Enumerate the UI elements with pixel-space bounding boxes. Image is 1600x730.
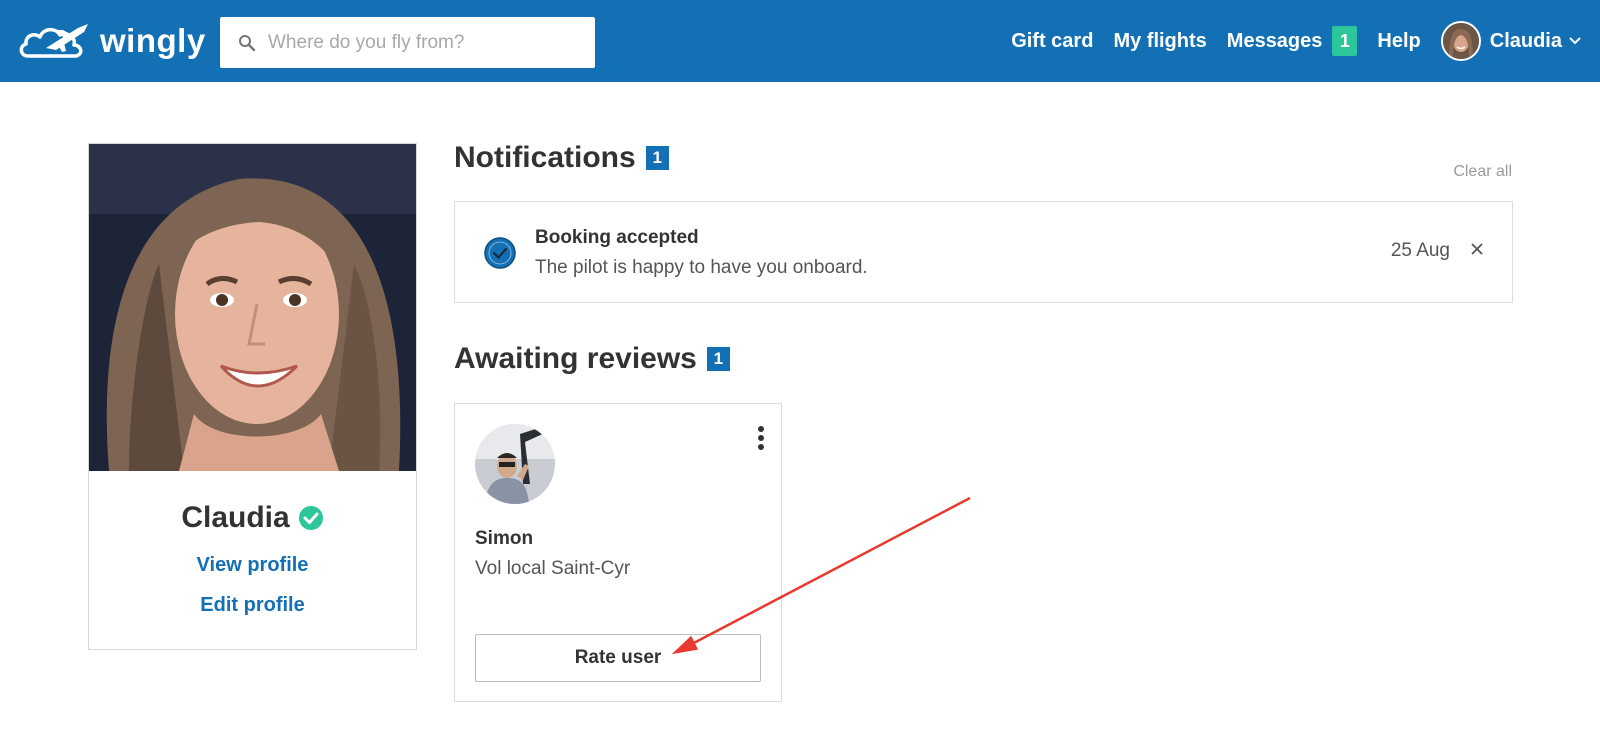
view-profile-link[interactable]: View profile: [89, 554, 416, 577]
notification-item: Booking accepted The pilot is happy to h…: [454, 201, 1513, 303]
search-box[interactable]: [220, 17, 595, 68]
search-icon: [239, 34, 256, 51]
notifications-count-badge: 1: [645, 146, 669, 170]
review-card: Simon Vol local Saint-Cyr Rate user: [454, 403, 782, 702]
messages-count-badge: 1: [1332, 26, 1358, 56]
reviews-count-badge: 1: [706, 347, 730, 371]
profile-name-row: Claudia: [89, 501, 416, 535]
wingly-logo[interactable]: wingly: [18, 18, 206, 64]
notification-title: Booking accepted: [535, 227, 699, 248]
check-circle-icon: [484, 237, 516, 269]
verified-check-icon: [298, 506, 323, 530]
pilot-avatar: [475, 424, 555, 504]
notifications-heading: Notifications 1: [454, 141, 669, 175]
gift-card-link[interactable]: Gift card: [1011, 30, 1093, 53]
messages-label: Messages: [1226, 29, 1323, 52]
help-link[interactable]: Help: [1377, 30, 1420, 53]
notifications-title: Notifications: [454, 141, 636, 174]
notification-date: 25 Aug: [1390, 240, 1450, 261]
edit-profile-link[interactable]: Edit profile: [89, 594, 416, 617]
avatar: [1440, 21, 1481, 61]
clear-all-button[interactable]: Clear all: [1453, 163, 1512, 181]
nav-links: Gift card My flights Messages 1 Help Cla…: [1011, 0, 1600, 82]
rate-user-button[interactable]: Rate user: [475, 634, 761, 682]
profile-card: Claudia View profile Edit profile: [88, 143, 417, 650]
plane-cloud-logo-icon: [19, 24, 88, 58]
awaiting-reviews-heading: Awaiting reviews 1: [454, 342, 730, 376]
search-input[interactable]: [268, 31, 588, 54]
more-options-icon[interactable]: [757, 426, 765, 450]
user-menu[interactable]: Claudia: [1440, 21, 1582, 61]
pilot-name: Simon: [475, 528, 534, 549]
user-name: Claudia: [1489, 29, 1562, 52]
close-icon[interactable]: [1470, 242, 1484, 256]
my-flights-link[interactable]: My flights: [1113, 30, 1206, 53]
chevron-down-icon: [1569, 37, 1581, 45]
notification-body: The pilot is happy to have you onboard.: [535, 257, 868, 278]
messages-link[interactable]: Messages 1: [1227, 26, 1358, 56]
awaiting-reviews-title: Awaiting reviews: [454, 342, 697, 375]
brand-name: wingly: [100, 22, 206, 59]
profile-name: Claudia: [181, 501, 290, 534]
flight-name: Vol local Saint-Cyr: [475, 558, 631, 579]
top-nav-bar: wingly Gift card My flights Messages 1 H…: [0, 0, 1600, 82]
profile-photo: [89, 144, 416, 471]
